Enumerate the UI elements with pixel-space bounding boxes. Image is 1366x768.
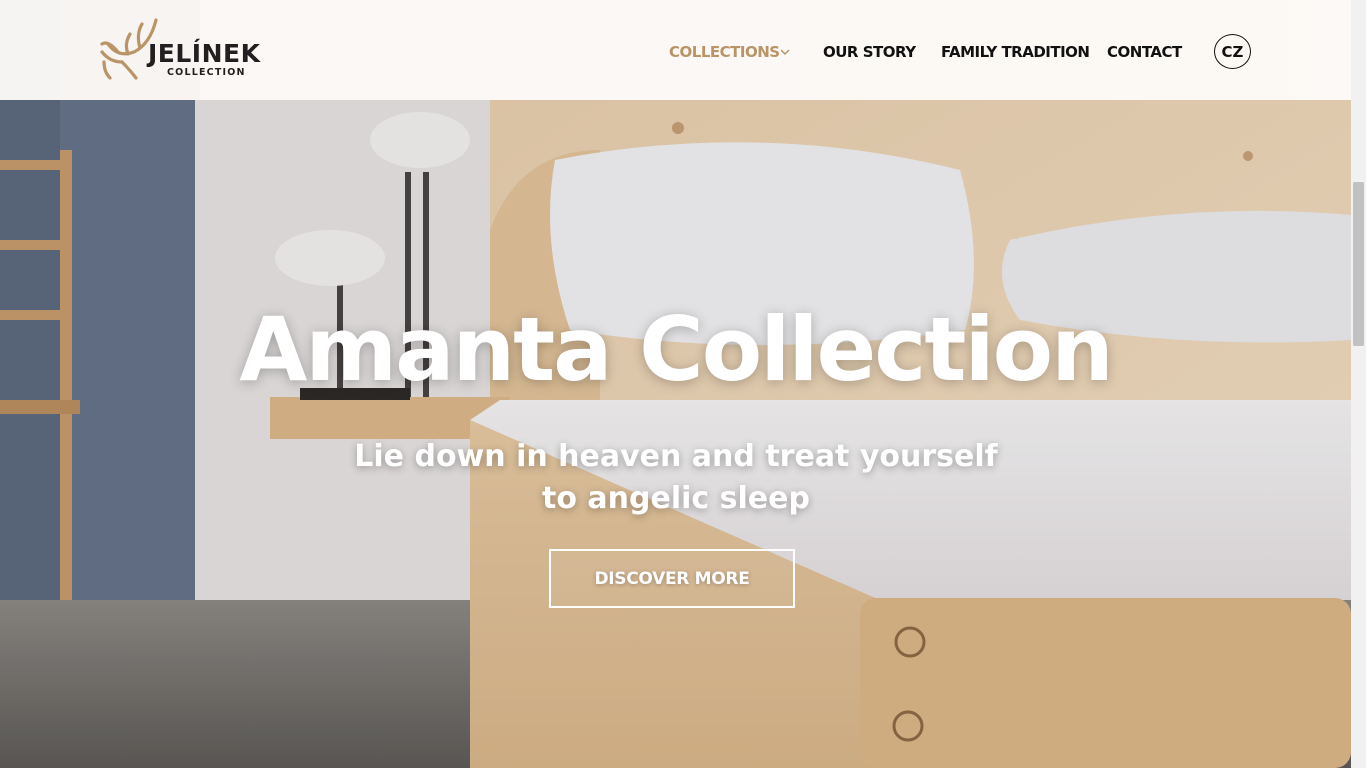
language-switch-button[interactable]: CZ	[1214, 34, 1251, 69]
discover-more-button[interactable]: DISCOVER MORE	[549, 549, 795, 608]
hero-subtitle: Lie down in heaven and treat yourself to…	[354, 439, 998, 516]
chevron-down-icon	[780, 49, 790, 55]
nav-collections[interactable]: COLLECTIONS	[669, 41, 790, 63]
nav-family-tradition[interactable]: FAMILY TRADITION	[941, 41, 1090, 63]
site-header: JELÍNEK COLLECTION COLLECTIONS OUR STORY…	[0, 0, 1351, 100]
hero-content: Amanta Collection Lie down in heaven and…	[0, 0, 1351, 768]
nav-collections-label: COLLECTIONS	[669, 43, 780, 61]
nav-our-story[interactable]: OUR STORY	[823, 41, 916, 63]
scrollbar[interactable]	[1351, 0, 1366, 768]
main-navigation: COLLECTIONS OUR STORY FAMILY TRADITION C…	[0, 0, 1351, 100]
nav-contact[interactable]: CONTACT	[1107, 41, 1182, 63]
hero-section: Amanta Collection Lie down in heaven and…	[0, 0, 1351, 768]
hero-title: Amanta Collection	[239, 298, 1113, 401]
scrollbar-thumb[interactable]	[1353, 182, 1364, 346]
